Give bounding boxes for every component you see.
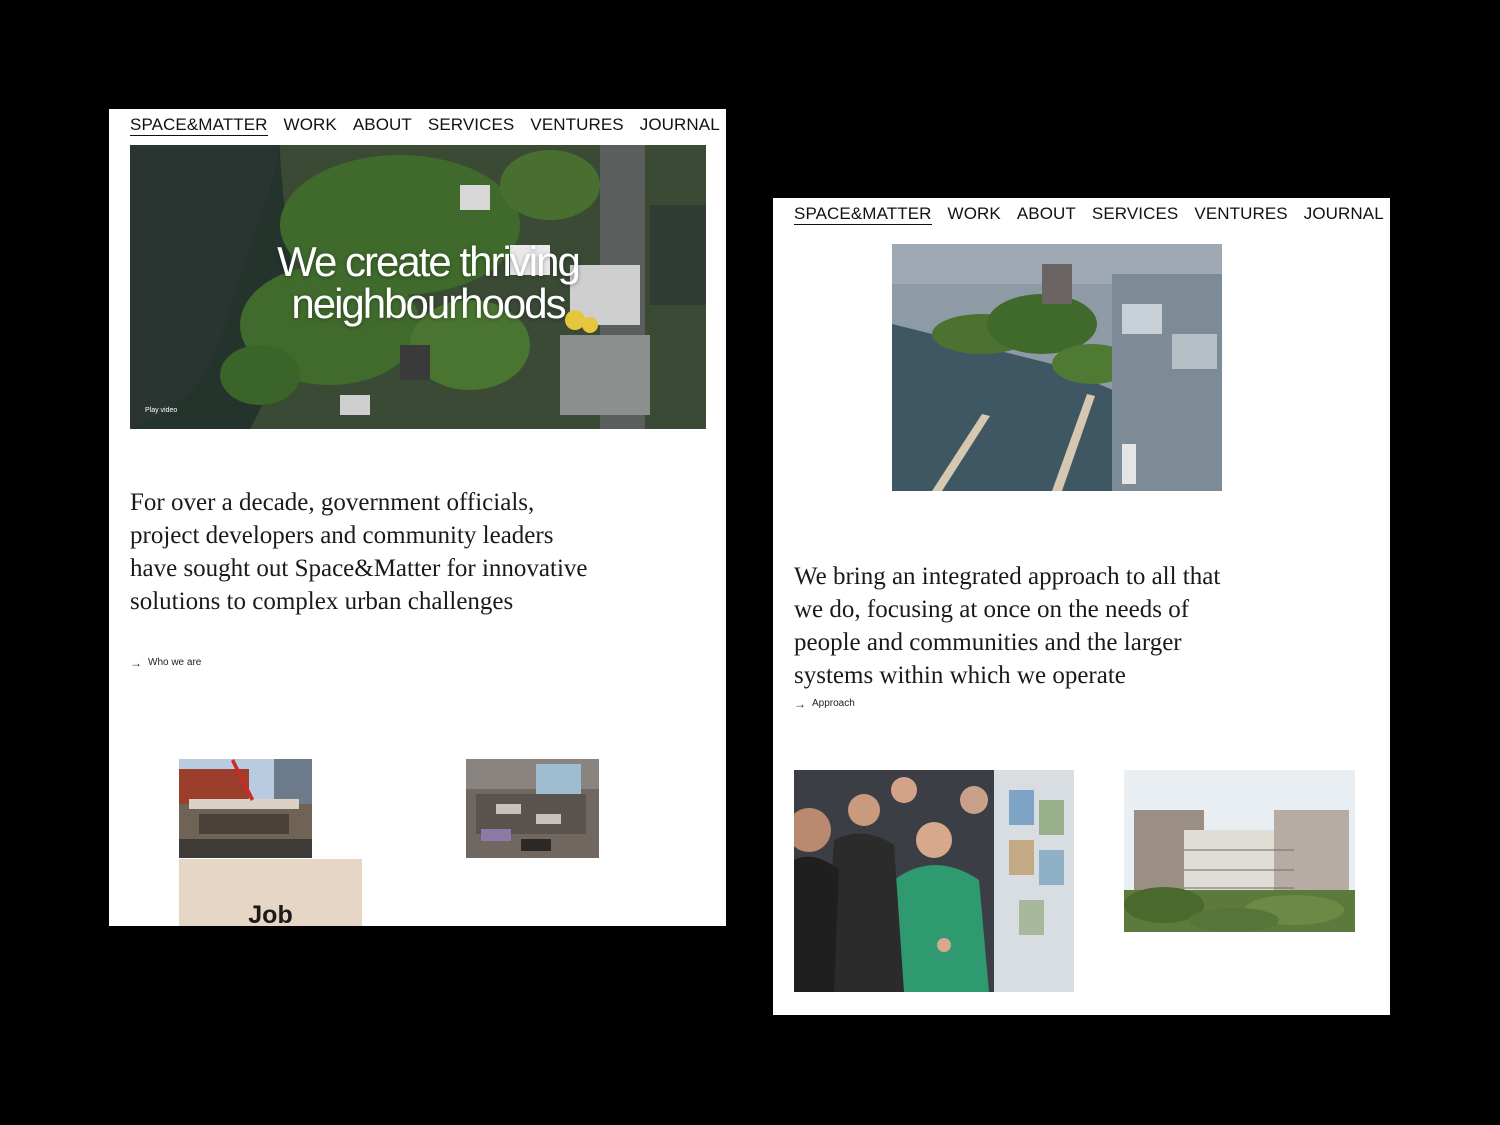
nav-item-services[interactable]: SERVICES: [428, 115, 514, 136]
nav-item-journal[interactable]: JOURNAL: [640, 115, 720, 136]
intro-paragraph: For over a decade, government officials,…: [130, 489, 588, 615]
nav-item-work[interactable]: WORK: [284, 115, 337, 136]
workshop-photo[interactable]: [794, 770, 1074, 992]
left-page-screenshot: SPACE&MATTER WORK ABOUT SERVICES VENTURE…: [109, 109, 726, 926]
nav-item-about[interactable]: ABOUT: [1017, 204, 1076, 225]
job-card-label: Job: [248, 901, 293, 926]
building-rendering[interactable]: [1124, 770, 1355, 932]
play-video-button[interactable]: Play video: [145, 407, 177, 414]
nav-item-ventures[interactable]: VENTURES: [530, 115, 623, 136]
who-we-are-link[interactable]: → Who we are: [130, 655, 202, 670]
who-we-are-label: Who we are: [148, 657, 202, 668]
nav-item-ventures[interactable]: VENTURES: [1194, 204, 1287, 225]
construction-thumbnail[interactable]: [179, 759, 312, 858]
intro-paragraph: We bring an integrated approach to all t…: [794, 563, 1221, 689]
logo-link[interactable]: SPACE&MATTER: [794, 204, 932, 225]
job-card[interactable]: Job: [179, 859, 362, 926]
office-thumbnail[interactable]: [466, 759, 599, 858]
logo-link[interactable]: SPACE&MATTER: [130, 115, 268, 136]
aerial-neighbourhood-image: [892, 244, 1222, 491]
approach-link[interactable]: → Approach: [794, 696, 855, 711]
hero-title: We create thriving neighbourhoods: [277, 238, 581, 327]
nav-item-work[interactable]: WORK: [948, 204, 1001, 225]
main-nav: SPACE&MATTER WORK ABOUT SERVICES VENTURE…: [130, 115, 720, 136]
arrow-right-icon: →: [130, 655, 142, 670]
right-page-screenshot: SPACE&MATTER WORK ABOUT SERVICES VENTURE…: [773, 198, 1390, 1015]
nav-item-services[interactable]: SERVICES: [1092, 204, 1178, 225]
arrow-right-icon: →: [794, 696, 806, 711]
nav-item-journal[interactable]: JOURNAL: [1304, 204, 1384, 225]
nav-item-about[interactable]: ABOUT: [353, 115, 412, 136]
hero-video[interactable]: We create thriving neighbourhoods Play v…: [130, 145, 706, 429]
main-nav: SPACE&MATTER WORK ABOUT SERVICES VENTURE…: [794, 204, 1384, 225]
approach-label: Approach: [812, 698, 855, 709]
